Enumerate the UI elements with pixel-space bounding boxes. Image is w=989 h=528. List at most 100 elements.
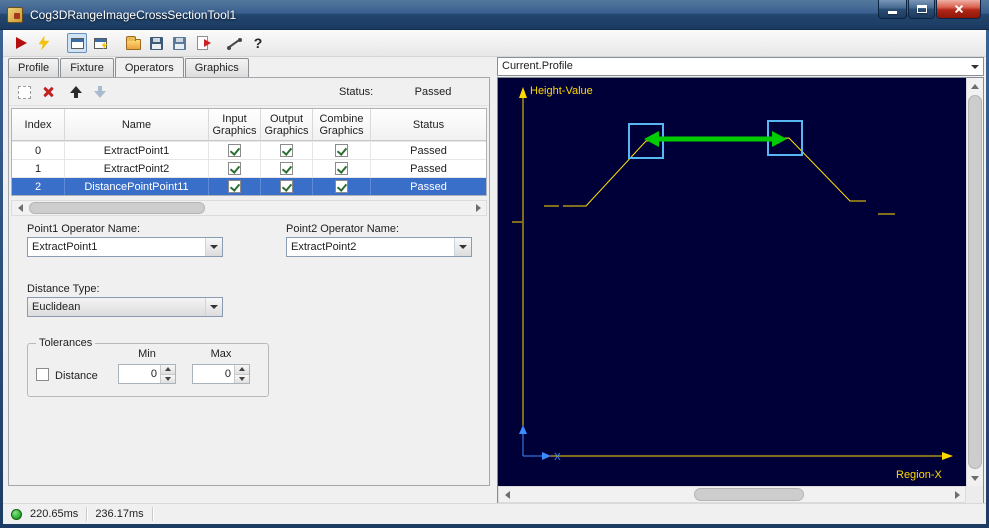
input-graphics-checkbox[interactable] xyxy=(228,180,241,193)
add-operator-button[interactable] xyxy=(15,83,33,101)
app-window: Cog3DRangeImageCrossSectionTool1 ? Profi… xyxy=(0,0,989,528)
dropdown-button[interactable] xyxy=(205,298,222,316)
run-continuous-button[interactable] xyxy=(34,33,54,53)
save-image-button[interactable] xyxy=(169,33,189,53)
distance-arrow-right-head[interactable] xyxy=(772,131,787,147)
point1-operator-label: Point1 Operator Name: xyxy=(27,223,141,235)
min-tolerance-value: 0 xyxy=(150,368,157,380)
table-header-row: Index Name Input Graphics Output Graphic… xyxy=(12,109,486,141)
column-header-output-graphics[interactable]: Output Graphics xyxy=(261,109,313,141)
delete-operator-button[interactable] xyxy=(39,83,57,101)
cell-index: 2 xyxy=(12,178,65,195)
minimize-icon xyxy=(888,10,897,14)
column-header-input-graphics[interactable]: Input Graphics xyxy=(209,109,261,141)
combine-graphics-checkbox[interactable] xyxy=(335,180,348,193)
profile-plot-area[interactable]: Height-Value Region-X X xyxy=(498,78,966,486)
tab-profile[interactable]: Profile xyxy=(8,58,60,77)
output-graphics-checkbox[interactable] xyxy=(280,162,293,175)
title-bar[interactable]: Cog3DRangeImageCrossSectionTool1 xyxy=(0,0,989,30)
point2-operator-combobox[interactable]: ExtractPoint2 xyxy=(286,237,472,257)
output-graphics-checkbox[interactable] xyxy=(280,144,293,157)
distance-type-combobox[interactable]: Euclidean xyxy=(27,297,223,317)
scroll-left-button[interactable] xyxy=(12,201,28,215)
column-header-combine-graphics[interactable]: Combine Graphics xyxy=(313,109,371,141)
chevron-down-icon xyxy=(210,305,218,309)
spin-up-icon xyxy=(239,367,245,372)
point1-operator-value: ExtractPoint1 xyxy=(32,241,98,253)
scroll-right-icon xyxy=(954,490,960,499)
scroll-left-button[interactable] xyxy=(499,487,515,502)
minimize-button[interactable] xyxy=(878,0,907,19)
show-tool-display-button[interactable] xyxy=(67,33,87,53)
move-down-button[interactable] xyxy=(91,83,109,101)
cell-output-graphics xyxy=(261,178,313,195)
table-row[interactable]: 0 ExtractPoint1 Passed xyxy=(12,141,486,159)
max-tolerance-spinner[interactable]: 0 xyxy=(192,364,250,384)
scrollbar-thumb[interactable] xyxy=(968,95,982,469)
spin-down-button[interactable] xyxy=(161,374,175,383)
maximize-button[interactable] xyxy=(908,0,935,19)
cell-combine-graphics xyxy=(313,160,371,177)
cell-status: Passed xyxy=(410,144,447,157)
statusbar-separator xyxy=(86,507,88,521)
column-header-status[interactable]: Status xyxy=(371,109,486,141)
measure-icon xyxy=(227,35,243,51)
scroll-right-button[interactable] xyxy=(949,487,965,502)
cell-name: DistancePointPoint11 xyxy=(65,178,209,195)
dropdown-button[interactable] xyxy=(454,238,471,256)
table-horizontal-scrollbar[interactable] xyxy=(11,200,487,216)
scroll-up-icon xyxy=(971,83,979,89)
distance-arrow-left-head[interactable] xyxy=(644,131,659,147)
delete-icon xyxy=(42,86,54,98)
combine-graphics-checkbox[interactable] xyxy=(335,144,348,157)
min-tolerance-spinner[interactable]: 0 xyxy=(118,364,176,384)
tab-operators[interactable]: Operators xyxy=(114,57,184,77)
run-continuous-icon xyxy=(38,35,50,51)
save-button[interactable] xyxy=(146,33,166,53)
scrollbar-thumb[interactable] xyxy=(694,488,804,501)
help-icon: ? xyxy=(253,35,263,51)
display-selector-combobox[interactable]: Current.Profile xyxy=(497,57,984,76)
point2-operator-label: Point2 Operator Name: xyxy=(286,223,400,235)
column-header-index[interactable]: Index xyxy=(12,109,65,141)
import-button[interactable] xyxy=(192,33,212,53)
distance-tolerance-checkbox[interactable] xyxy=(36,368,49,381)
spin-down-button[interactable] xyxy=(235,374,249,383)
help-button[interactable]: ? xyxy=(248,33,268,53)
output-graphics-checkbox[interactable] xyxy=(280,180,293,193)
tool-window-button[interactable] xyxy=(90,33,110,53)
profile-chart: Height-Value Region-X X xyxy=(512,85,953,481)
input-graphics-checkbox[interactable] xyxy=(228,144,241,157)
spin-up-button[interactable] xyxy=(235,365,249,375)
move-up-button[interactable] xyxy=(67,83,85,101)
statusbar-separator xyxy=(151,507,153,521)
origin-y-arrow-icon xyxy=(519,425,527,434)
dropdown-button[interactable] xyxy=(966,58,983,75)
chart-vertical-scrollbar[interactable] xyxy=(966,78,983,486)
point1-operator-combobox[interactable]: ExtractPoint1 xyxy=(27,237,223,257)
scroll-right-icon xyxy=(475,204,481,212)
tolerances-legend: Tolerances xyxy=(36,337,96,349)
scroll-down-button[interactable] xyxy=(967,470,983,486)
dropdown-button[interactable] xyxy=(205,238,222,256)
tab-graphics[interactable]: Graphics xyxy=(184,58,249,77)
column-header-name[interactable]: Name xyxy=(65,109,209,141)
scrollbar-thumb[interactable] xyxy=(29,202,205,214)
table-row[interactable]: 1 ExtractPoint2 Passed xyxy=(12,159,486,177)
table-row-selected[interactable]: 2 DistancePointPoint11 Passed xyxy=(12,177,486,195)
scroll-right-button[interactable] xyxy=(470,201,486,215)
spin-up-button[interactable] xyxy=(161,365,175,375)
save-icon xyxy=(149,36,163,50)
run-button[interactable] xyxy=(11,33,31,53)
input-graphics-checkbox[interactable] xyxy=(228,162,241,175)
tab-fixture[interactable]: Fixture xyxy=(60,58,114,77)
open-folder-icon xyxy=(125,36,141,50)
arrow-up-icon xyxy=(70,86,82,98)
scroll-up-button[interactable] xyxy=(967,78,983,94)
open-button[interactable] xyxy=(123,33,143,53)
chart-horizontal-scrollbar[interactable] xyxy=(498,486,966,503)
cell-index: 1 xyxy=(12,160,65,177)
combine-graphics-checkbox[interactable] xyxy=(335,162,348,175)
close-button[interactable] xyxy=(936,0,981,19)
measure-button[interactable] xyxy=(225,33,245,53)
